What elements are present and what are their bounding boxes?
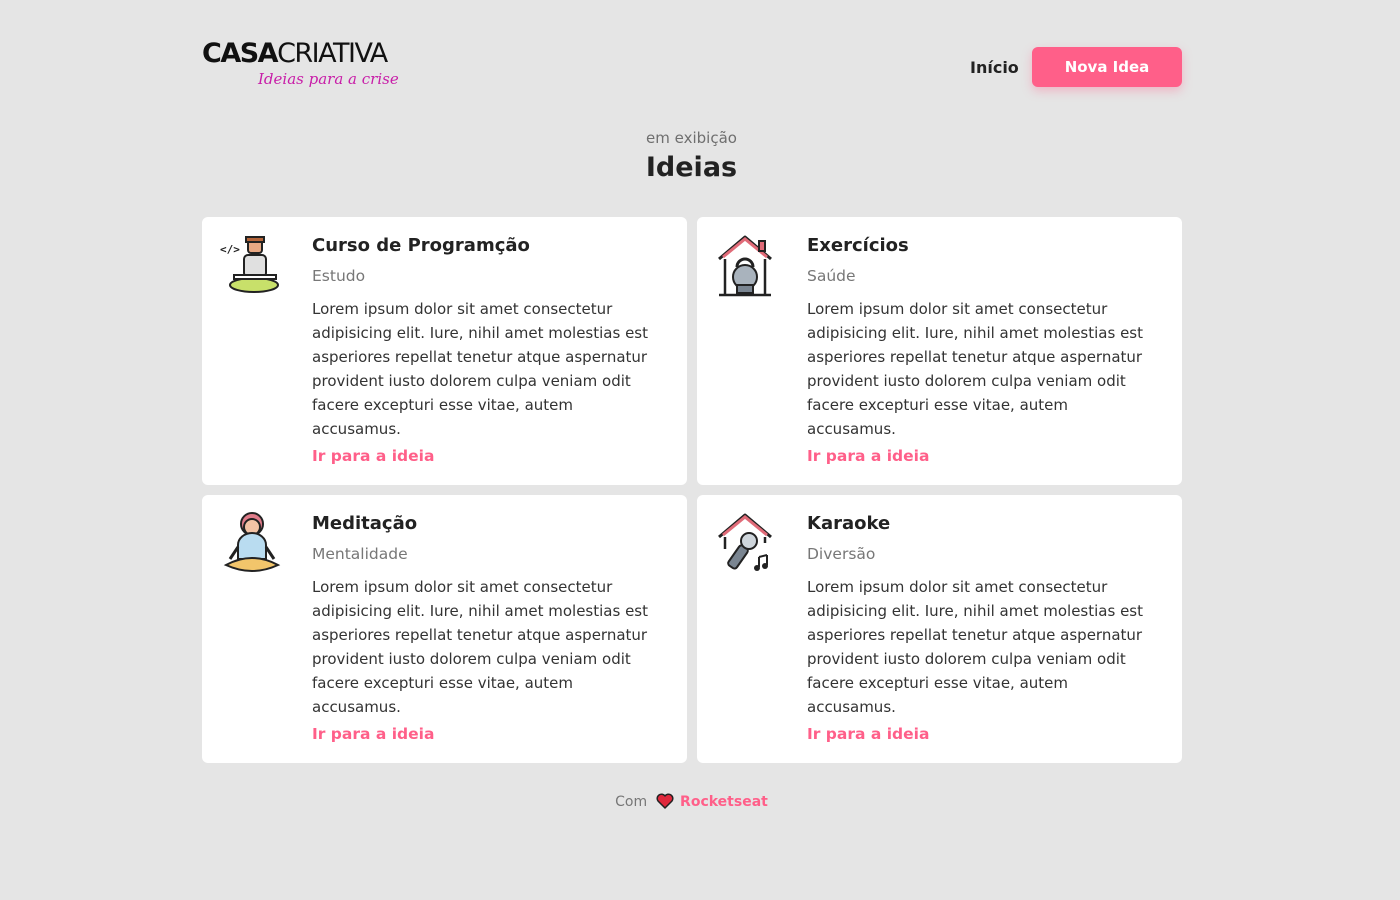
nav-home-link[interactable]: Início	[970, 58, 1019, 77]
idea-card: Karaoke Diversão Lorem ipsum dolor sit a…	[697, 495, 1182, 763]
idea-title: Meditação	[312, 513, 418, 534]
rocketseat-link[interactable]: Rocketseat	[680, 794, 768, 810]
page-title: Ideias	[645, 152, 738, 183]
footer: Com Rocketseat	[0, 793, 1383, 813]
home-microphone-icon	[715, 511, 779, 575]
programmer-laptop-icon: </>	[220, 233, 284, 297]
logo-light: CRIATIVA	[277, 38, 388, 69]
heart-icon	[656, 793, 674, 813]
idea-card: </> Curso de Programção Estudo Lorem ips…	[202, 217, 687, 485]
new-idea-button[interactable]: Nova Idea	[1032, 47, 1182, 87]
idea-title: Curso de Programção	[312, 235, 530, 256]
idea-link[interactable]: Ir para a ideia	[312, 725, 434, 743]
svg-text:</>: </>	[220, 243, 240, 256]
home-kettlebell-icon	[715, 233, 779, 297]
section-heading: em exibição Ideias	[0, 128, 1383, 188]
idea-link[interactable]: Ir para a ideia	[807, 725, 929, 743]
logo-bold: CASA	[202, 38, 279, 69]
idea-card: Meditação Mentalidade Lorem ipsum dolor …	[202, 495, 687, 763]
logo-wordmark: CASACRIATIVA	[202, 38, 388, 70]
idea-category: Mentalidade	[312, 545, 408, 563]
idea-title: Exercícios	[807, 235, 909, 256]
logo-tagline: Ideias para a crise	[258, 70, 399, 88]
idea-description: Lorem ipsum dolor sit amet consectetur a…	[807, 300, 1143, 438]
logo[interactable]: CASACRIATIVA Ideias para a crise	[202, 38, 412, 94]
idea-category: Estudo	[312, 267, 366, 285]
idea-description: Lorem ipsum dolor sit amet consectetur a…	[312, 300, 648, 438]
idea-category: Diversão	[807, 545, 876, 563]
idea-link[interactable]: Ir para a ideia	[312, 447, 434, 465]
footer-prefix: Com	[615, 794, 648, 810]
idea-description: Lorem ipsum dolor sit amet consectetur a…	[312, 578, 648, 716]
idea-card: Exercícios Saúde Lorem ipsum dolor sit a…	[697, 217, 1182, 485]
idea-category: Saúde	[807, 267, 856, 285]
idea-link[interactable]: Ir para a ideia	[807, 447, 929, 465]
header: CASACRIATIVA Ideias para a crise Início …	[202, 38, 1182, 96]
idea-title: Karaoke	[807, 513, 891, 534]
meditation-person-icon	[220, 511, 284, 575]
section-subtitle: em exibição	[646, 129, 737, 147]
idea-description: Lorem ipsum dolor sit amet consectetur a…	[807, 578, 1143, 716]
